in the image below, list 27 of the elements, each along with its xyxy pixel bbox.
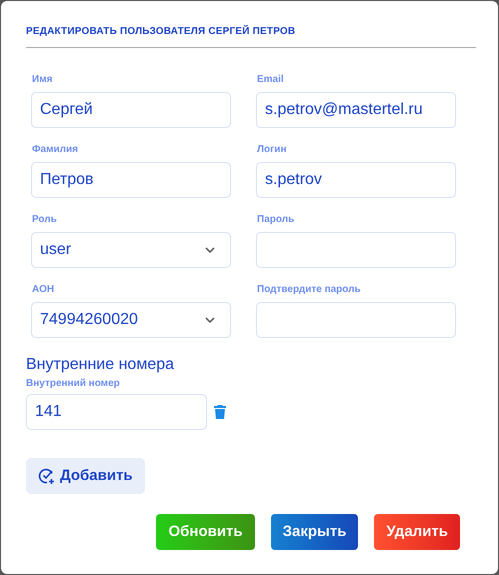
add-button[interactable]: Добавить xyxy=(26,458,145,494)
field-label: Пароль xyxy=(257,214,296,226)
input-field[interactable]: Петров xyxy=(31,162,231,198)
field-label: Фамилия xyxy=(32,144,79,156)
field-label: Имя xyxy=(32,74,54,86)
trash-icon[interactable] xyxy=(214,405,226,419)
input-field[interactable]: s.petrov xyxy=(256,162,456,198)
input-field[interactable]: s.petrov@mastertel.ru xyxy=(256,92,456,128)
check-plus-icon xyxy=(38,467,56,485)
action-button[interactable]: Удалить xyxy=(374,514,460,550)
select-field[interactable]: 74994260020 xyxy=(31,302,231,338)
field-label: Роль xyxy=(32,214,58,226)
input-field[interactable]: Сергей xyxy=(31,92,231,128)
field-label: Подтвердите пароль xyxy=(257,284,362,296)
input-field[interactable]: 141 xyxy=(26,394,207,430)
action-button[interactable]: Закрыть xyxy=(270,514,358,550)
dialog-title: РЕДАКТИРОВАТЬ ПОЛЬЗОВАТЕЛЯ СЕРГЕЙ ПЕТРОВ xyxy=(26,26,296,38)
chevron-down-icon xyxy=(204,246,216,254)
select-field[interactable]: user xyxy=(31,232,231,268)
field-label: Внутренний номер xyxy=(26,378,121,390)
section-heading: Внутренние номера xyxy=(26,356,176,374)
field-label: АОН xyxy=(32,284,56,296)
field-label: Email xyxy=(257,74,285,86)
chevron-down-icon xyxy=(204,316,216,324)
field-label: Логин xyxy=(257,144,288,156)
password-field[interactable] xyxy=(256,302,456,338)
password-field[interactable] xyxy=(256,232,456,268)
